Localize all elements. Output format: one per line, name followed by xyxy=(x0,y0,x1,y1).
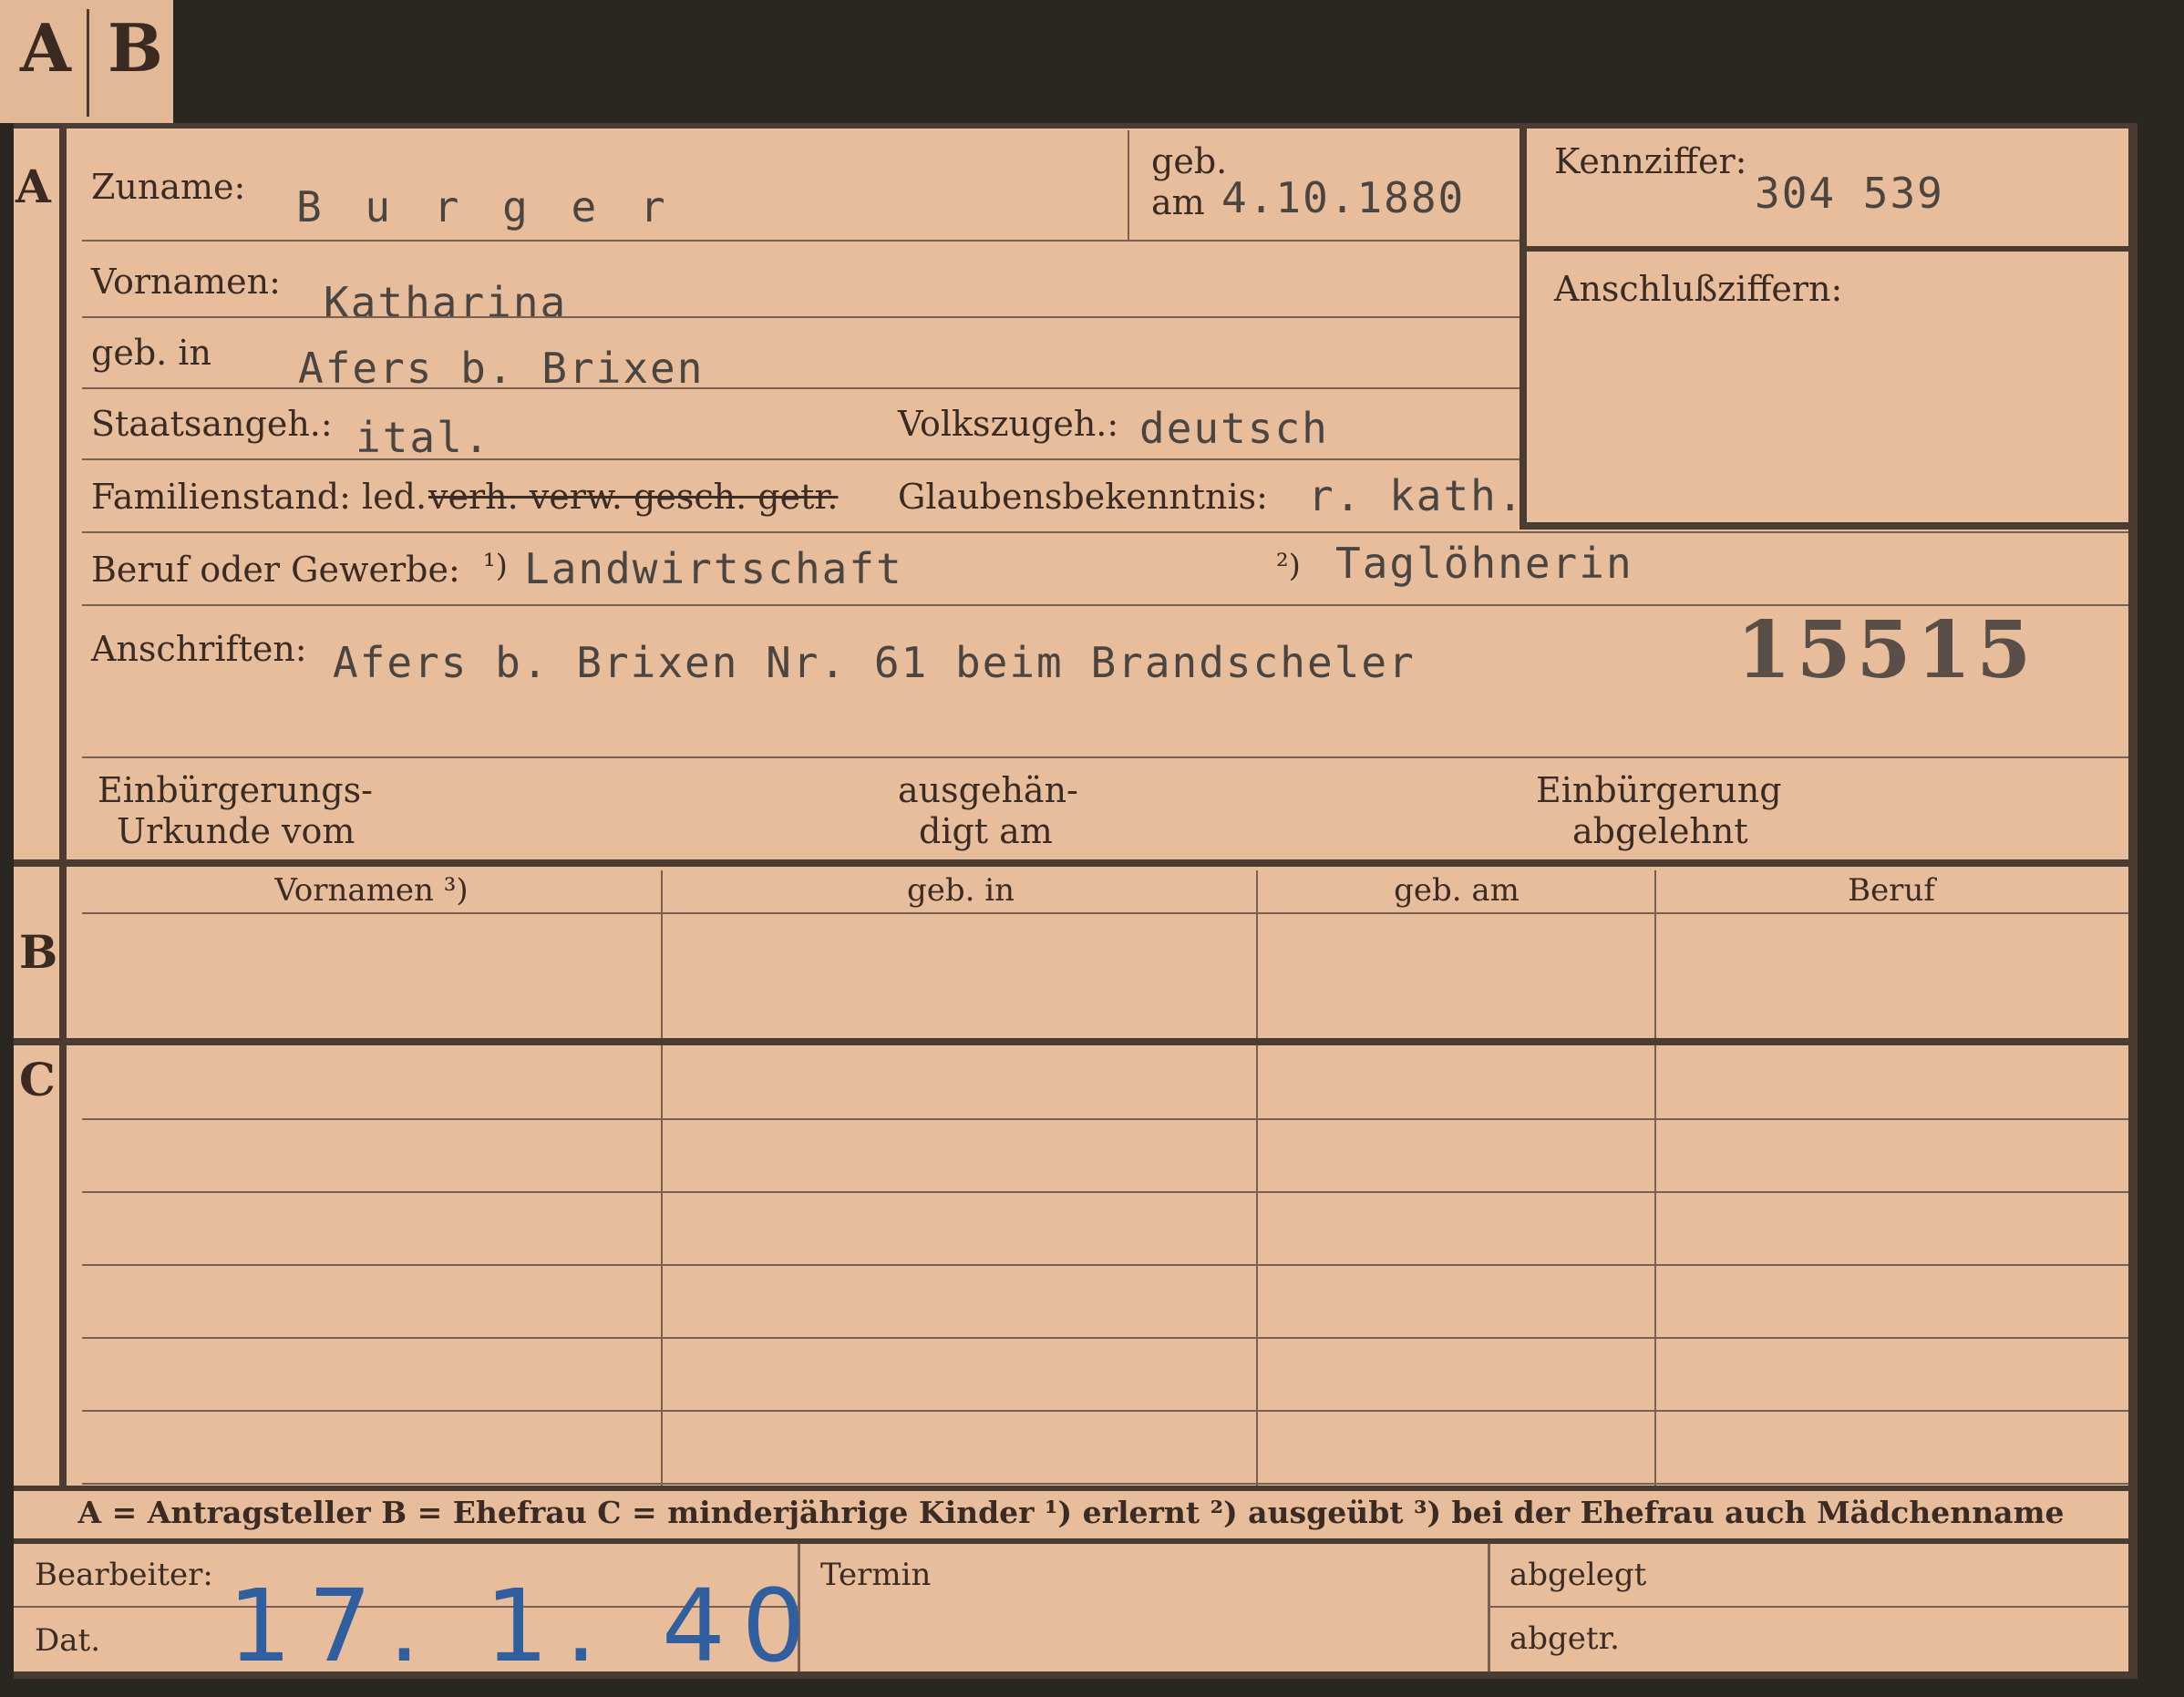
row-line xyxy=(82,387,1520,389)
dat-label: Dat. xyxy=(35,1622,101,1659)
staatsangeh-label: Staatsangeh.: xyxy=(91,404,333,444)
col-header-beruf: Beruf xyxy=(1848,872,1935,909)
row-line xyxy=(82,756,2128,758)
glaubensbekenntnis-label: Glaubensbekenntnis: xyxy=(898,477,1268,517)
geb-in-value: Afers b. Brixen xyxy=(298,344,705,393)
dat-handwritten-value: 17. 1. 40 xyxy=(228,1568,822,1684)
kennziffer-separator xyxy=(1520,246,2128,252)
beruf-value-1: Landwirtschaft xyxy=(524,544,903,593)
einbuergerung-urkunde-label-1: Einbürgerungs- xyxy=(98,770,373,810)
registration-card: A Zuname: B u r g e r geb. am 4.10.1880 … xyxy=(14,123,2138,1672)
child-row-line xyxy=(82,1410,2128,1412)
geb-divider xyxy=(1128,130,1129,240)
am-label: am xyxy=(1151,182,1205,222)
row-line xyxy=(82,240,1520,242)
beruf-label: Beruf oder Gewerbe: xyxy=(91,550,460,590)
beruf-value-2: Taglöhnerin xyxy=(1335,539,1633,588)
child-row-line xyxy=(82,1483,2128,1485)
row-line xyxy=(82,458,1520,460)
vornamen-value: Katharina xyxy=(324,278,568,327)
section-c-top-border xyxy=(14,1038,2128,1045)
kennziffer-box-bottom xyxy=(1520,522,2128,530)
geb-in-label: geb. in xyxy=(91,333,211,373)
beruf-note-1: ¹) xyxy=(483,548,508,584)
familienstand-struck-options: verh. verw. gesch. getr. xyxy=(428,477,839,517)
einbuergerung-abgelehnt-label-1: Einbürgerung xyxy=(1536,770,1782,810)
ausgehaendigt-label-1: ausgehän- xyxy=(898,770,1078,810)
kennziffer-box-left xyxy=(1520,123,1527,524)
anschlussziffern-label: Anschlußziffern: xyxy=(1554,269,1843,309)
section-b-top-border xyxy=(14,859,2128,867)
row-line xyxy=(82,316,1520,318)
ausgehaendigt-label-2: digt am xyxy=(919,811,1053,851)
col-header-vornamen: Vornamen ³) xyxy=(274,872,469,909)
einbuergerung-abgelehnt-label-2: abgelehnt xyxy=(1572,811,1748,851)
section-a-divider xyxy=(59,123,67,861)
glaubensbekenntnis-value: r. kath. xyxy=(1308,471,1525,520)
termin-label: Termin xyxy=(820,1557,932,1593)
kennziffer-value: 304 539 xyxy=(1755,169,1944,218)
header-line xyxy=(82,912,2128,914)
legend: A = Antragsteller B = Ehefrau C = minder… xyxy=(77,1495,2065,1530)
stamp-number: 15515 xyxy=(1736,604,2037,696)
card-bottom-border xyxy=(14,1671,2138,1679)
section-a-label: A xyxy=(15,159,51,213)
anschrift-value: Afers b. Brixen Nr. 61 beim Brandscheler xyxy=(333,638,1416,687)
section-b-label: B xyxy=(19,925,58,979)
zuname-label: Zuname: xyxy=(91,167,246,207)
row-line xyxy=(82,531,2128,533)
geb-label: geb. xyxy=(1151,141,1228,181)
child-row-line xyxy=(82,1191,2128,1193)
beruf-note-2: ²) xyxy=(1276,548,1301,584)
col-header-geb-am: geb. am xyxy=(1394,872,1520,909)
child-row-line xyxy=(82,1337,2128,1339)
tab-divider xyxy=(87,9,89,117)
staatsangeh-value: ital. xyxy=(355,413,491,462)
vornamen-label: Vornamen: xyxy=(91,262,281,302)
section-c-label: C xyxy=(19,1053,56,1106)
footer-divider xyxy=(1488,1544,1490,1671)
abgetr-label: abgetr. xyxy=(1509,1620,1620,1657)
footer-line xyxy=(1490,1606,2128,1608)
kennziffer-label: Kennziffer: xyxy=(1554,141,1747,181)
child-row-line xyxy=(82,1264,2128,1266)
zuname-value: B u r g e r xyxy=(296,182,675,231)
einbuergerung-urkunde-label-2: Urkunde vom xyxy=(117,811,355,851)
volkszugeh-value: deutsch xyxy=(1139,404,1329,453)
child-row-line xyxy=(82,1118,2128,1120)
col-header-geb-in: geb. in xyxy=(906,872,1015,909)
volkszugeh-label: Volkszugeh.: xyxy=(898,404,1119,444)
tab-a: A xyxy=(20,9,71,87)
anschriften-label: Anschriften: xyxy=(91,629,307,669)
index-tabs: A B xyxy=(0,0,173,123)
tab-b: B xyxy=(108,9,163,87)
abgelegt-label: abgelegt xyxy=(1509,1557,1647,1593)
card-top-border xyxy=(14,123,2128,129)
geb-am-value: 4.10.1880 xyxy=(1221,173,1466,222)
familienstand-label: Familienstand: led. xyxy=(91,477,428,517)
bearbeiter-label: Bearbeiter: xyxy=(35,1557,213,1593)
